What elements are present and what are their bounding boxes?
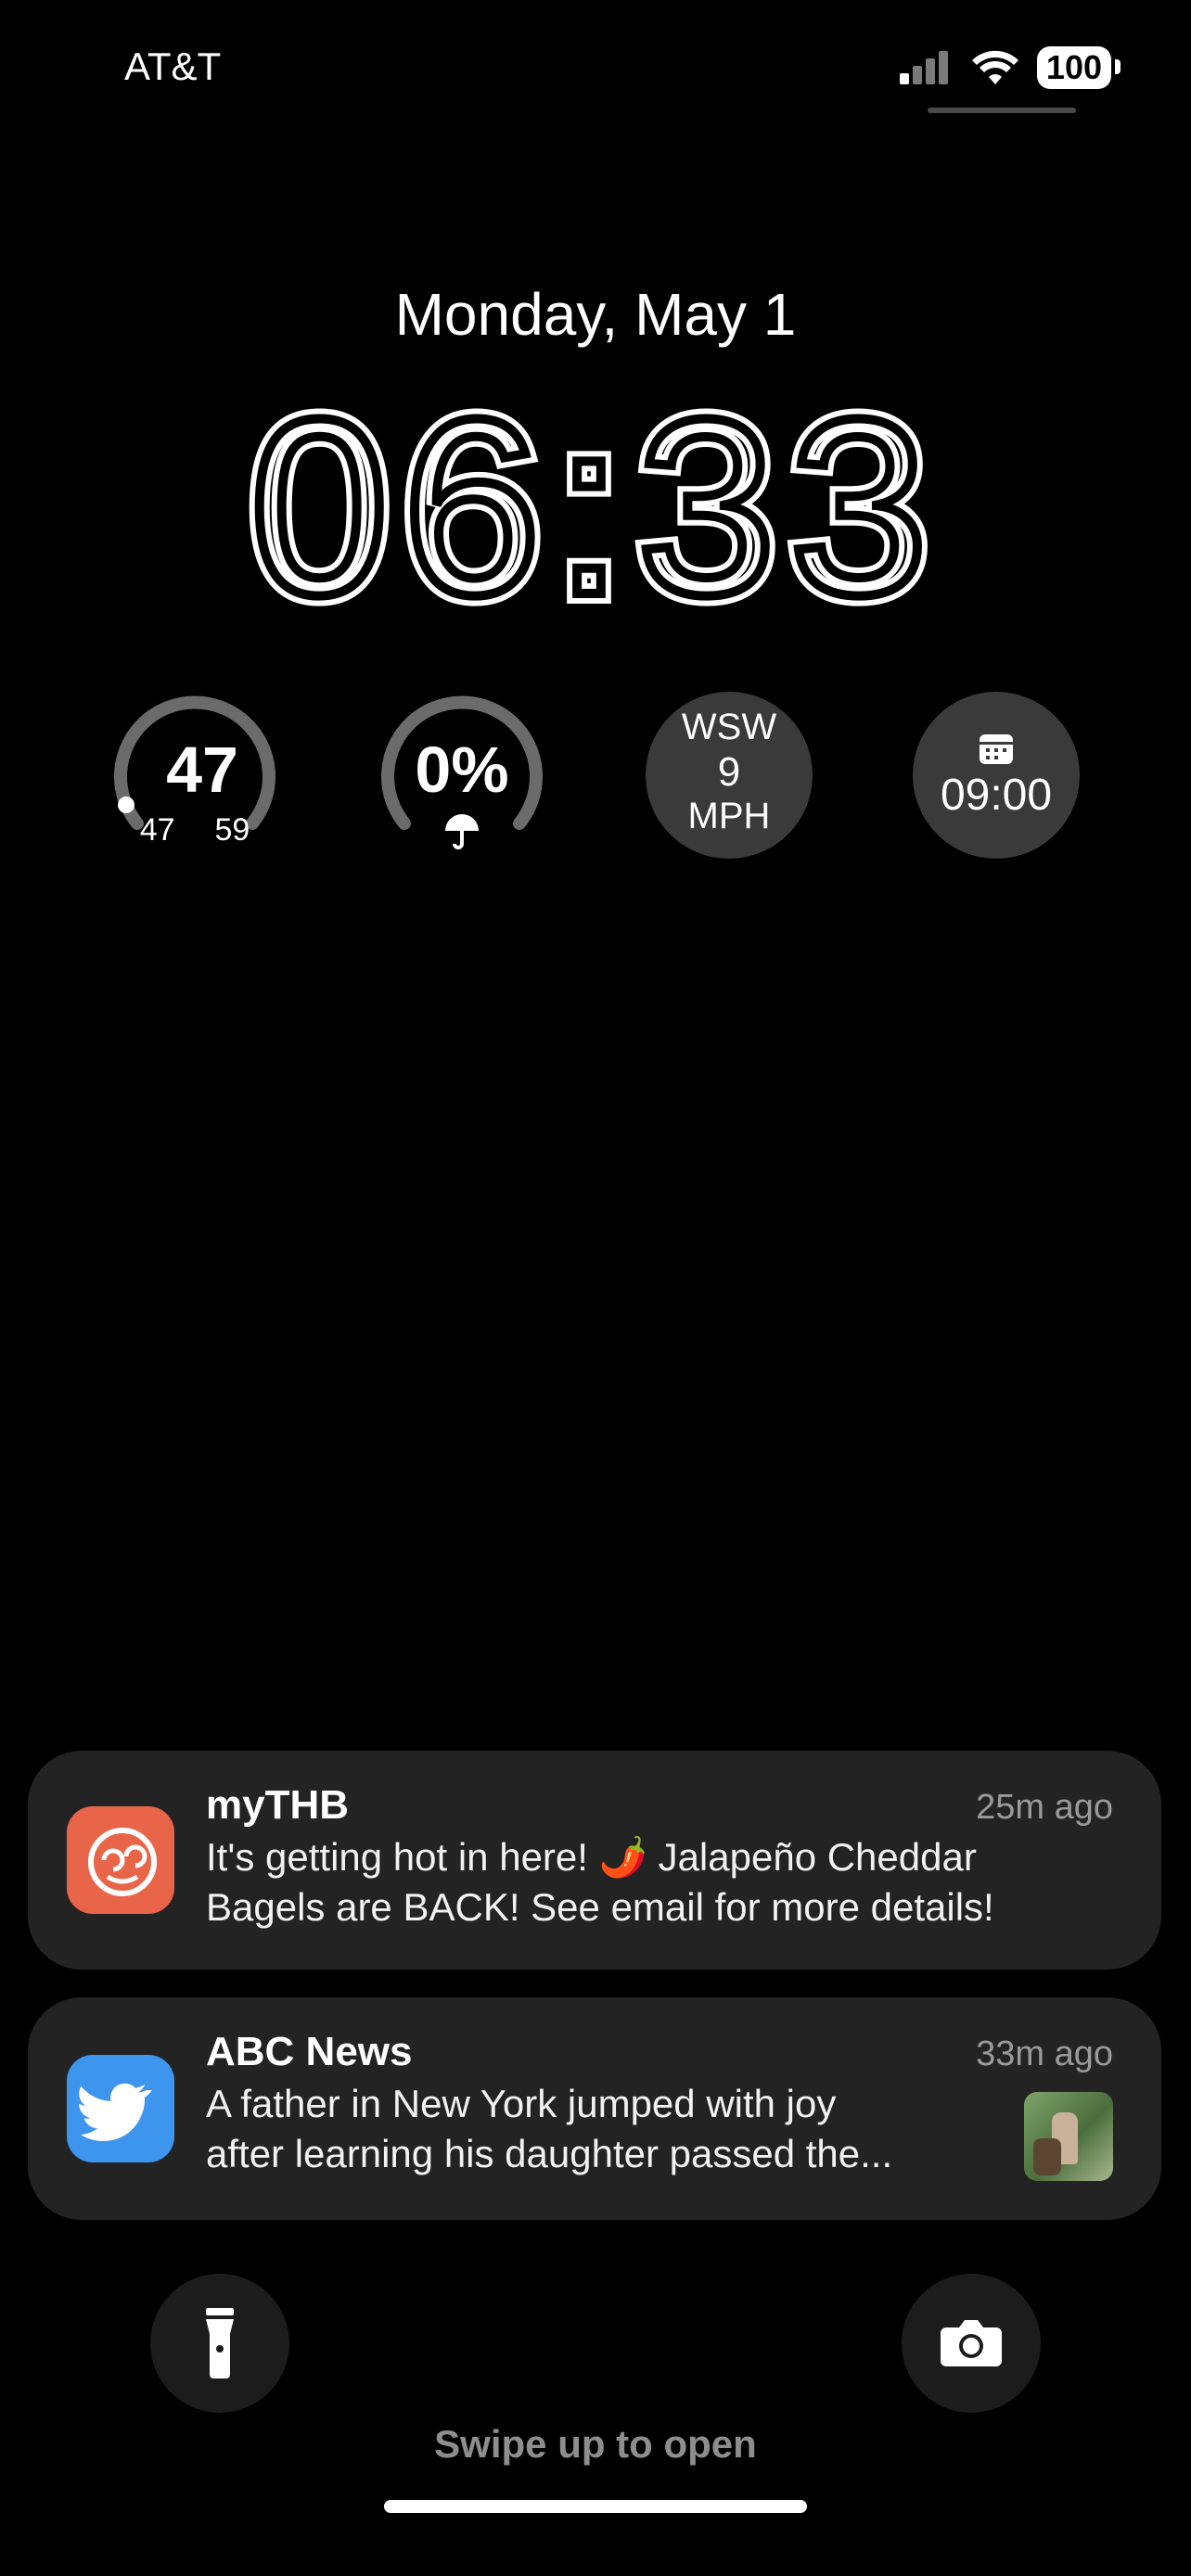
flashlight-icon (206, 2308, 234, 2378)
camera-icon (941, 2320, 1002, 2366)
wind-widget[interactable]: WSW 9 MPH (646, 692, 813, 859)
status-icons: 100 (898, 45, 1121, 91)
home-indicator[interactable] (384, 2500, 807, 2513)
lock-clock: .big { font-family:"Liberation Sans", sa… (239, 371, 941, 640)
notification-abc-news[interactable]: ABC News 33m ago A father in New York ju… (28, 1997, 1161, 2220)
temperature-widget[interactable]: 47 47 59 (111, 692, 278, 859)
wind-speed: 9 (717, 749, 741, 795)
lock-date: Monday, May 1 (394, 281, 797, 348)
alarm-time: 09:00 (940, 771, 1053, 820)
notification-time: 33m ago (976, 2034, 1113, 2073)
notification-app-name: ABC News (206, 2029, 413, 2074)
notification-thumbnail (1024, 2092, 1113, 2181)
battery-indicator: 100 (1036, 46, 1121, 89)
precipitation-widget[interactable]: 0% (378, 692, 545, 859)
notification-app-name: myTHB (206, 1782, 350, 1828)
swipe-hint: Swipe up to open (434, 2422, 757, 2466)
notification-line1: It's getting hot in here! 🌶️ Jalapeño Ch… (206, 1835, 977, 1879)
mythb-app-icon (67, 1806, 174, 1914)
notification-line1: A father in New York jumped with joy (206, 2082, 837, 2125)
calendar-icon (980, 734, 1013, 764)
notification-line2: after learning his daughter passed the..… (206, 2132, 893, 2175)
notification-line2: Bagels are BACK! See email for more deta… (206, 1885, 994, 1929)
notification-mythb[interactable]: myTHB 25m ago It's getting hot in here! … (28, 1751, 1161, 1970)
temp-current: 47 (166, 733, 238, 806)
carrier-label: AT&T (124, 45, 222, 88)
twitter-app-icon (67, 2055, 174, 2162)
flashlight-button[interactable] (150, 2274, 289, 2413)
svg-text:06:33: 06:33 (250, 371, 941, 640)
temp-low: 47 (139, 812, 175, 848)
wind-unit: MPH (687, 796, 771, 836)
precip-value: 0% (415, 733, 509, 806)
wind-direction: WSW (681, 707, 777, 747)
temp-high: 59 (214, 812, 250, 848)
umbrella-icon (445, 814, 479, 849)
status-underline (928, 108, 1076, 113)
wifi-icon (971, 50, 1018, 84)
alarm-widget[interactable]: 09:00 (913, 692, 1080, 859)
notification-time: 25m ago (976, 1788, 1113, 1827)
cellular-signal-icon (899, 51, 948, 84)
camera-button[interactable] (902, 2274, 1041, 2413)
